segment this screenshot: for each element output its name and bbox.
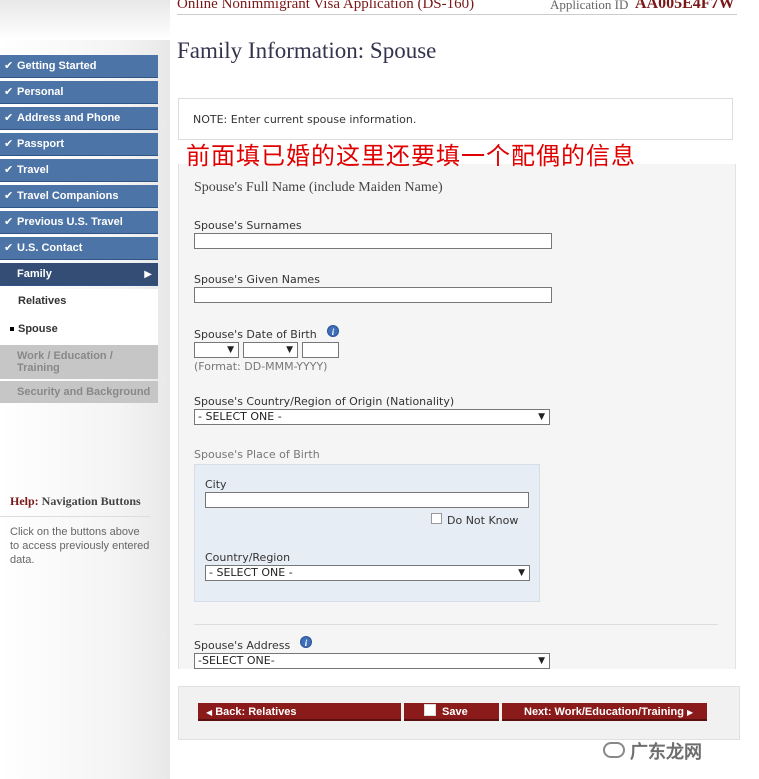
sidebar-item-getting-started[interactable]: ✔ Getting Started <box>0 55 158 78</box>
sidebar-item-label: Previous U.S. Travel <box>17 216 123 228</box>
city-input[interactable] <box>205 492 529 508</box>
dob-year-input[interactable] <box>302 342 339 358</box>
help-divider <box>0 516 150 517</box>
place-of-birth-box <box>194 464 540 602</box>
sidebar-item-previous-us-travel[interactable]: ✔ Previous U.S. Travel <box>0 211 158 234</box>
next-button[interactable]: Next: Work/Education/Training ▶ <box>502 703 707 721</box>
check-icon: ✔ <box>4 216 14 228</box>
dob-label: Spouse's Date of Birth <box>194 328 317 341</box>
application-id: AA005E4F7W <box>635 0 735 12</box>
application-id-label: Application ID <box>550 0 629 12</box>
info-icon[interactable]: i <box>300 636 312 648</box>
country-region-select-value: - SELECT ONE - <box>209 566 293 579</box>
save-button-label: Save <box>442 706 468 718</box>
back-button[interactable]: ◀ Back: Relatives <box>198 703 401 721</box>
red-annotation: 前面填已婚的这里还要填一个配偶的信息 <box>186 142 636 170</box>
dob-day-select[interactable]: ▼ <box>194 342 239 358</box>
application-title: Online Nonimmigrant Visa Application (DS… <box>177 0 475 12</box>
dropdown-arrow-icon: ▼ <box>286 345 293 355</box>
chevron-right-icon: ▶ <box>687 708 694 717</box>
sidebar-item-security-background: Security and Background <box>0 381 158 403</box>
dropdown-arrow-icon: ▼ <box>538 412 545 422</box>
nationality-select[interactable]: - SELECT ONE - ▼ <box>194 409 550 425</box>
info-icon[interactable]: i <box>327 325 339 337</box>
city-label: City <box>205 478 227 491</box>
sidebar-item-label: Travel Companions <box>17 190 119 202</box>
surnames-input[interactable] <box>194 233 552 249</box>
sidebar-item-label: Travel <box>17 164 49 176</box>
address-select[interactable]: -SELECT ONE- ▼ <box>194 653 550 669</box>
check-icon: ✔ <box>4 242 14 254</box>
chevron-right-icon: ▶ <box>144 269 152 280</box>
sidebar-item-label: Address and Phone <box>17 112 121 124</box>
check-icon: ✔ <box>4 112 14 124</box>
sidebar-item-label: Work / Education / Training <box>17 350 113 374</box>
chevron-left-icon: ◀ <box>206 708 213 717</box>
next-button-label: Next: Work/Education/Training <box>524 706 684 718</box>
sidebar-item-label: Personal <box>17 86 64 98</box>
save-disk-icon <box>424 704 436 716</box>
watermark-text: 广东龙网 <box>630 742 702 763</box>
left-column-top-fade <box>0 0 170 40</box>
help-text: Click on the buttons above to access pre… <box>10 526 150 566</box>
nationality-select-value: - SELECT ONE - <box>198 410 282 423</box>
dob-format-hint: (Format: DD-MMM-YYYY) <box>194 360 328 373</box>
sidebar-subitem-relatives[interactable]: Relatives <box>0 289 158 317</box>
sidebar-item-label: Spouse <box>18 323 58 335</box>
sidebar-item-label: Relatives <box>18 295 67 307</box>
sidebar-item-travel-companions[interactable]: ✔ Travel Companions <box>0 185 158 208</box>
check-icon: ✔ <box>4 60 14 72</box>
sidebar-item-label: Family <box>17 268 52 280</box>
check-icon: ✔ <box>4 164 14 176</box>
check-icon: ✔ <box>4 138 14 150</box>
sidebar-nav: ✔ Getting Started ✔ Personal ✔ Address and … <box>0 55 158 405</box>
given-names-input[interactable] <box>194 287 552 303</box>
address-label: Spouse's Address <box>194 639 291 652</box>
country-region-label: Country/Region <box>205 551 291 564</box>
sidebar-item-label: U.S. Contact <box>17 242 83 254</box>
sidebar-item-work-education: Work / Education / Training <box>0 345 158 379</box>
section-title: Spouse's Full Name (include Maiden Name) <box>194 180 443 195</box>
dropdown-arrow-icon: ▼ <box>518 568 525 578</box>
dropdown-arrow-icon: ▼ <box>227 345 234 355</box>
sidebar-subitem-spouse[interactable]: Spouse <box>0 317 158 345</box>
dropdown-arrow-icon: ▼ <box>538 656 545 666</box>
sidebar-item-label: Getting Started <box>17 60 97 72</box>
do-not-know-checkbox[interactable] <box>431 513 442 524</box>
sidebar-item-label: Security and Background <box>17 386 151 398</box>
do-not-know-label: Do Not Know <box>447 514 519 527</box>
sidebar-item-label: Passport <box>17 138 65 150</box>
surnames-label: Spouse's Surnames <box>194 219 302 232</box>
place-of-birth-label: Spouse's Place of Birth <box>194 448 320 461</box>
save-button[interactable]: Save <box>404 703 499 721</box>
current-bullet-icon <box>10 327 14 331</box>
help-title-text: Navigation Buttons <box>41 494 141 508</box>
sidebar-item-personal[interactable]: ✔ Personal <box>0 81 158 104</box>
address-select-value: -SELECT ONE- <box>198 654 275 667</box>
header-divider <box>177 14 737 15</box>
back-button-label: Back: Relatives <box>215 706 297 718</box>
sidebar-item-us-contact[interactable]: ✔ U.S. Contact <box>0 237 158 260</box>
country-region-select[interactable]: - SELECT ONE - ▼ <box>205 565 530 581</box>
page-title: Family Information: Spouse <box>177 38 437 63</box>
check-icon: ✔ <box>4 190 14 202</box>
note-text: NOTE: Enter current spouse information. <box>193 113 417 126</box>
given-names-label: Spouse's Given Names <box>194 273 320 286</box>
help-title-highlight: Help: <box>10 494 39 508</box>
sidebar-item-travel[interactable]: ✔ Travel <box>0 159 158 182</box>
sidebar-item-passport[interactable]: ✔ Passport <box>0 133 158 156</box>
dob-month-select[interactable]: ▼ <box>243 342 298 358</box>
section-divider <box>194 624 718 625</box>
check-icon: ✔ <box>4 86 14 98</box>
nationality-label: Spouse's Country/Region of Origin (Natio… <box>194 395 455 408</box>
sidebar-item-address-phone[interactable]: ✔ Address and Phone <box>0 107 158 130</box>
help-title: Help: Navigation Buttons <box>10 494 141 509</box>
sidebar-item-family[interactable]: Family ▶ <box>0 263 158 286</box>
wechat-icon <box>603 742 625 758</box>
